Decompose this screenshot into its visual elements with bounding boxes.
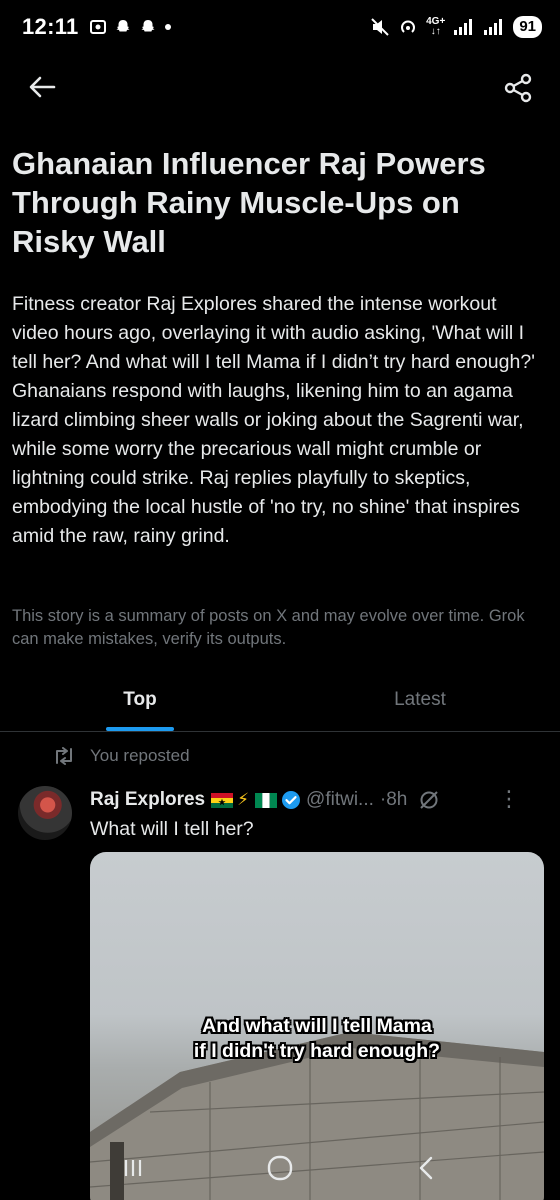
avatar[interactable] [18, 786, 72, 840]
system-back-button[interactable] [402, 1148, 452, 1188]
more-vertical-icon[interactable]: ⋮ [498, 788, 520, 810]
repost-icon [56, 747, 72, 765]
recent-apps-button[interactable] [108, 1148, 158, 1188]
home-button[interactable] [255, 1148, 305, 1188]
network-type: 4G+ ↓↑ [426, 16, 446, 37]
signal-icon [484, 19, 503, 35]
repost-label: You reposted [90, 746, 190, 765]
status-bar: 12:11 4G+ ↓↑ 91 [0, 0, 560, 54]
screen-record-icon [89, 20, 106, 34]
article-body: Fitness creator Raj Explores shared the … [12, 293, 535, 547]
tab-latest[interactable]: Latest [280, 668, 560, 731]
post-time: ·8h [379, 789, 408, 810]
mute-icon [371, 18, 389, 36]
feed-tabs: Top Latest [0, 668, 560, 732]
signal-icon [454, 19, 473, 35]
author-handle[interactable]: @fitwi... [306, 789, 374, 811]
snapchat-icon [141, 20, 155, 32]
status-time: 12:11 [22, 14, 79, 39]
tab-top[interactable]: Top [0, 668, 280, 731]
notification-dot-icon [164, 24, 171, 30]
home-icon [267, 1155, 293, 1181]
tab-latest-label: Latest [394, 688, 446, 710]
verified-badge-icon [281, 790, 301, 810]
battery-level: 91 [513, 16, 542, 38]
chevron-left-icon [419, 1156, 432, 1180]
post-header: Raj Explores ⚡ @fitwi... ·8h ⋮ [90, 786, 540, 814]
author-name[interactable]: Raj Explores [90, 789, 205, 811]
arrow-left-icon [29, 76, 56, 98]
video-caption: And what will I tell Mama if I didn't tr… [193, 1015, 441, 1062]
active-tab-indicator [106, 727, 174, 731]
ghana-flag-icon [211, 792, 234, 808]
post-text: What will I tell her? [90, 818, 254, 840]
nigeria-flag-icon [255, 792, 278, 808]
repost-indicator: You reposted [52, 746, 190, 766]
back-button[interactable] [22, 70, 62, 104]
top-header [0, 58, 560, 116]
share-icon [504, 73, 532, 103]
lightning-icon: ⚡ [237, 790, 250, 809]
article-headline: Ghanaian Influencer Raj Powers Through R… [12, 146, 486, 259]
snapchat-icon [116, 20, 130, 32]
recent-apps-icon [125, 1160, 142, 1176]
share-button[interactable] [498, 68, 538, 108]
tab-top-label: Top [123, 688, 157, 710]
hotspot-icon [401, 20, 416, 33]
system-nav-bar [0, 1136, 560, 1200]
grok-icon[interactable] [417, 788, 441, 812]
grok-disclaimer: This story is a summary of posts on X an… [12, 607, 525, 648]
